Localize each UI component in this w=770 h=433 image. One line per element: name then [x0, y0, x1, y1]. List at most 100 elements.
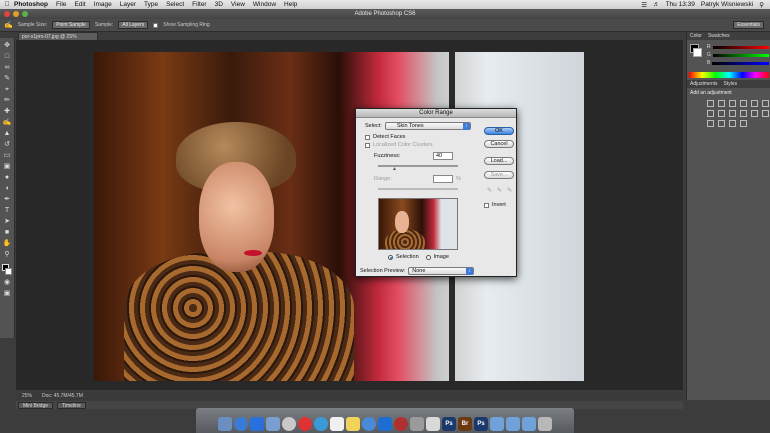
- record-icon[interactable]: [394, 417, 408, 431]
- levels-icon[interactable]: [718, 100, 725, 107]
- eyedropper-add-icon[interactable]: ✎: [497, 187, 502, 194]
- sample-size-select[interactable]: Point Sample: [52, 21, 90, 29]
- trash-icon[interactable]: [538, 417, 552, 431]
- range-slider[interactable]: [378, 188, 458, 190]
- menu-type[interactable]: Type: [144, 1, 158, 8]
- finder-icon[interactable]: [218, 417, 232, 431]
- downloads-folder-icon[interactable]: [506, 417, 520, 431]
- close-window-button[interactable]: [4, 11, 10, 17]
- spotlight-icon[interactable]: ⚲: [759, 1, 764, 9]
- rectangle-tool-icon[interactable]: ■: [3, 228, 12, 237]
- zoom-tool-icon[interactable]: ⚲: [3, 250, 12, 259]
- show-sampling-ring-checkbox[interactable]: [153, 22, 159, 28]
- brightness-icon[interactable]: [707, 100, 714, 107]
- background-color[interactable]: [5, 268, 12, 275]
- eyedropper-tool-icon[interactable]: ✍: [4, 21, 13, 29]
- menu-view[interactable]: View: [231, 1, 245, 8]
- music-icon[interactable]: [298, 417, 312, 431]
- photo-filter-icon[interactable]: [729, 110, 736, 117]
- red-bar[interactable]: [712, 45, 769, 49]
- user-name[interactable]: Patryk Wisniewski: [701, 1, 753, 8]
- tab-styles[interactable]: Styles: [724, 81, 738, 87]
- pen-tool-icon[interactable]: ✒: [3, 195, 12, 204]
- chat-icon[interactable]: [314, 417, 328, 431]
- hand-tool-icon[interactable]: ✋: [3, 239, 12, 248]
- photo-booth-icon[interactable]: [410, 417, 424, 431]
- folder-icon[interactable]: [490, 417, 504, 431]
- eyedropper-icon[interactable]: ✎: [487, 187, 492, 194]
- panel-background-color[interactable]: [693, 48, 702, 57]
- selection-preview-image[interactable]: [378, 198, 458, 250]
- text-edit-icon[interactable]: [426, 417, 440, 431]
- range-input[interactable]: [433, 175, 453, 183]
- clone-stamp-icon[interactable]: ▲: [3, 129, 12, 138]
- crop-tool-icon[interactable]: ⌖: [3, 85, 12, 94]
- menu-3d[interactable]: 3D: [215, 1, 223, 8]
- detect-faces-row[interactable]: Detect Faces: [365, 134, 405, 140]
- color-balance-icon[interactable]: [707, 110, 714, 117]
- documents-folder-icon[interactable]: [522, 417, 536, 431]
- tab-color[interactable]: Color: [690, 33, 702, 39]
- canvas-area[interactable]: [16, 40, 683, 390]
- select-dropdown[interactable]: Skin Tones ↕: [384, 122, 471, 130]
- hue-saturation-icon[interactable]: [762, 100, 769, 107]
- brush-tool-icon[interactable]: ✍: [3, 118, 12, 127]
- tab-adjustments[interactable]: Adjustments: [690, 81, 718, 87]
- menu-select[interactable]: Select: [166, 1, 184, 8]
- tab-mini-bridge[interactable]: Mini Bridge: [18, 401, 54, 409]
- itunes-icon[interactable]: [362, 417, 376, 431]
- apple-icon[interactable]: : [0, 1, 14, 8]
- eyedropper-icon[interactable]: ✏: [3, 96, 12, 105]
- menu-app-name[interactable]: Photoshop: [14, 1, 48, 8]
- gradient-map-icon[interactable]: [740, 120, 747, 127]
- menu-help[interactable]: Help: [284, 1, 297, 8]
- invert-icon[interactable]: [762, 110, 769, 117]
- color-spectrum[interactable]: [689, 72, 769, 78]
- screen-mode-icon[interactable]: ▣: [3, 289, 12, 298]
- blue-slider[interactable]: B: [707, 60, 769, 66]
- minimize-window-button[interactable]: [13, 11, 19, 17]
- path-select-icon[interactable]: ➤: [3, 217, 12, 226]
- workspace-select[interactable]: Essentials: [733, 21, 764, 29]
- quick-select-tool-icon[interactable]: ✎: [3, 74, 12, 83]
- fuzziness-slider-thumb[interactable]: ▲: [392, 166, 397, 172]
- menu-filter[interactable]: Filter: [192, 1, 206, 8]
- black-white-icon[interactable]: [718, 110, 725, 117]
- ok-button[interactable]: OK: [484, 127, 514, 135]
- healing-brush-icon[interactable]: ✚: [3, 107, 12, 116]
- tab-timeline[interactable]: Timeline: [57, 401, 86, 409]
- sample-select[interactable]: All Layers: [118, 21, 149, 29]
- load-button[interactable]: Load...: [484, 157, 514, 165]
- system-prefs-icon[interactable]: [282, 417, 296, 431]
- menu-layer[interactable]: Layer: [120, 1, 136, 8]
- dodge-tool-icon[interactable]: ◖: [3, 184, 12, 193]
- eyedropper-subtract-icon[interactable]: ✎: [507, 187, 512, 194]
- exposure-icon[interactable]: [740, 100, 747, 107]
- color-lookup-icon[interactable]: [751, 110, 758, 117]
- preview-icon[interactable]: [378, 417, 392, 431]
- menu-file[interactable]: File: [56, 1, 66, 8]
- green-bar[interactable]: [712, 53, 769, 57]
- lasso-tool-icon[interactable]: ∞: [3, 63, 12, 72]
- vibrance-icon[interactable]: [751, 100, 758, 107]
- image-radio[interactable]: [425, 254, 431, 260]
- tab-swatches[interactable]: Swatches: [708, 33, 730, 39]
- menu-window[interactable]: Window: [253, 1, 276, 8]
- posterize-icon[interactable]: [707, 120, 714, 127]
- localized-clusters-row[interactable]: Localized Color Clusters: [365, 142, 433, 148]
- document-tab[interactable]: por-x1pro-07.jpg @ 25% (RGB/8*): [18, 32, 98, 48]
- threshold-icon[interactable]: [718, 120, 725, 127]
- eraser-tool-icon[interactable]: ▭: [3, 151, 12, 160]
- app-store-icon[interactable]: [250, 417, 264, 431]
- selection-radio[interactable]: [388, 254, 393, 260]
- bridge-icon[interactable]: Br: [458, 417, 472, 431]
- curves-icon[interactable]: [729, 100, 736, 107]
- channel-mixer-icon[interactable]: [740, 110, 747, 117]
- invert-checkbox[interactable]: [484, 202, 489, 208]
- menu-image[interactable]: Image: [94, 1, 112, 8]
- doc-info[interactable]: Doc: 45.7M/45.7M: [42, 393, 83, 399]
- fuzziness-slider[interactable]: [378, 165, 458, 167]
- gradient-tool-icon[interactable]: ▣: [3, 162, 12, 171]
- move-tool-icon[interactable]: ✥: [3, 41, 12, 50]
- zoom-window-button[interactable]: [22, 11, 28, 17]
